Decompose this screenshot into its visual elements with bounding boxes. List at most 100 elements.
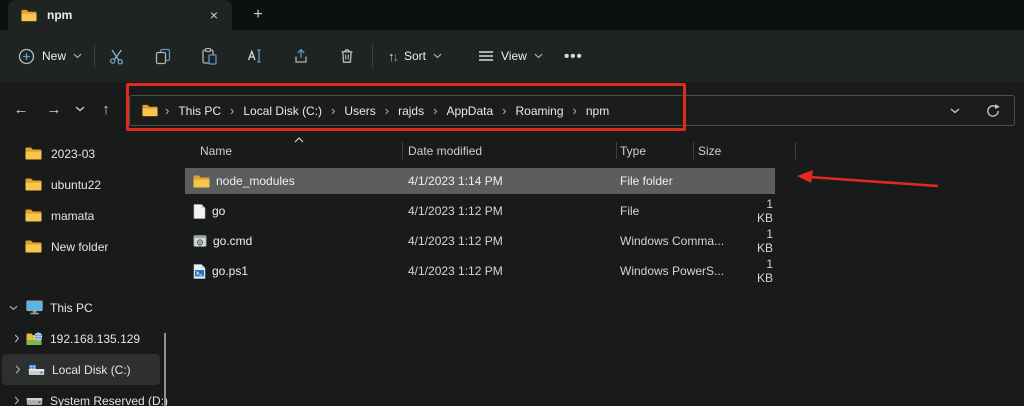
file-row-go-cmd[interactable]: go.cmd 4/1/2023 1:12 PM Windows Comma...…	[185, 226, 775, 256]
breadcrumb-users[interactable]: Users	[342, 102, 377, 120]
view-button-label: View	[501, 49, 527, 63]
file-date-modified: 4/1/2023 1:14 PM	[408, 174, 503, 188]
refresh-icon	[985, 103, 1001, 119]
sidebar-scrollbar[interactable]	[164, 333, 166, 406]
plus-circle-icon	[18, 48, 35, 65]
breadcrumb-separator: ›	[384, 103, 390, 118]
column-header-date-modified[interactable]: Date modified	[408, 144, 482, 158]
column-header-name[interactable]: Name	[200, 144, 232, 158]
rename-button[interactable]	[236, 39, 274, 73]
sidebar-item-mamata[interactable]: mamata	[0, 200, 170, 231]
breadcrumb-local-disk[interactable]: Local Disk (C:)	[241, 102, 324, 120]
folder-icon	[25, 147, 42, 160]
column-header-type[interactable]: Type	[620, 144, 646, 158]
breadcrumb-roaming[interactable]: Roaming	[514, 102, 566, 120]
copy-icon	[154, 47, 172, 65]
trash-icon	[338, 47, 356, 65]
sort-button-label: Sort	[404, 49, 427, 63]
sidebar-item-this-pc[interactable]: This PC	[0, 292, 170, 323]
chevron-down-icon	[73, 53, 82, 59]
sort-button[interactable]: ↑↓ Sort	[380, 39, 450, 73]
column-resize-handle[interactable]	[616, 142, 617, 159]
tab-close-icon[interactable]: ×	[204, 5, 224, 25]
cmd-file-icon	[193, 234, 207, 248]
command-toolbar: New ↑↓ Sort View •••	[0, 30, 1024, 82]
local-disk-icon	[28, 364, 52, 376]
new-button[interactable]: New	[10, 39, 90, 73]
back-button[interactable]: ←	[8, 96, 34, 122]
file-name: go.cmd	[213, 234, 253, 248]
sidebar-item-2023-03[interactable]: 2023-03	[0, 138, 170, 169]
see-more-button[interactable]: •••	[556, 39, 591, 73]
folder-icon	[25, 178, 42, 191]
file-type: File	[620, 204, 640, 218]
sidebar-item-new-folder[interactable]: New folder	[0, 231, 170, 262]
folder-icon	[193, 175, 210, 188]
breadcrumb-this-pc[interactable]: This PC	[176, 102, 223, 120]
sort-arrows-icon: ↑↓	[388, 48, 399, 64]
paste-icon	[200, 47, 218, 65]
sidebar-item-label: Local Disk (C:)	[52, 362, 131, 377]
address-bar[interactable]: › This PC › Local Disk (C:) › Users › ra…	[129, 95, 1015, 126]
file-list-pane: Name Date modified Type Size node_module…	[170, 135, 1024, 406]
copy-button[interactable]	[144, 39, 182, 73]
sidebar-item-local-disk-c[interactable]: Local Disk (C:)	[2, 354, 160, 385]
chevron-down-icon[interactable]	[0, 305, 26, 311]
more-dots-icon: •••	[564, 47, 583, 65]
breadcrumb-separator: ›	[165, 103, 170, 118]
column-resize-handle[interactable]	[693, 142, 694, 159]
sidebar-item-ubuntu22[interactable]: ubuntu22	[0, 169, 170, 200]
delete-button[interactable]	[328, 39, 366, 73]
file-name: go.ps1	[212, 264, 249, 278]
forward-button[interactable]: →	[41, 96, 67, 122]
file-size: 1 KB	[756, 197, 773, 225]
breadcrumb-separator: ›	[572, 103, 577, 118]
share-icon	[292, 47, 310, 65]
toolbar-separator	[372, 44, 373, 68]
view-lines-icon	[478, 50, 494, 62]
column-resize-handle[interactable]	[795, 142, 796, 159]
paste-button[interactable]	[190, 39, 228, 73]
refresh-button[interactable]	[982, 100, 1004, 122]
file-row-node-modules[interactable]: node_modules 4/1/2023 1:14 PM File folde…	[185, 168, 775, 194]
toolbar-separator	[94, 44, 95, 68]
sidebar-item-label: System Reserved (D:)	[50, 393, 169, 406]
column-headers: Name Date modified Type Size	[170, 135, 1024, 163]
new-button-label: New	[42, 49, 67, 63]
view-button[interactable]: View	[470, 39, 551, 73]
chevron-right-icon[interactable]	[0, 396, 26, 405]
chevron-right-icon[interactable]	[0, 334, 26, 343]
file-name: go	[212, 204, 226, 218]
share-button[interactable]	[282, 39, 320, 73]
file-name: node_modules	[216, 174, 295, 188]
file-explorer-window: npm × + New ↑↓ Sort View ••• ← → ↑ › Thi…	[0, 0, 1024, 406]
breadcrumb-rajds[interactable]: rajds	[396, 102, 426, 120]
chevron-right-icon[interactable]	[2, 365, 28, 374]
file-row-go-ps1[interactable]: go.ps1 4/1/2023 1:12 PM Windows PowerS..…	[185, 256, 775, 286]
column-resize-handle[interactable]	[402, 142, 403, 159]
file-size: 1 KB	[756, 257, 773, 285]
address-dropdown-button[interactable]	[944, 100, 966, 122]
column-header-size[interactable]: Size	[698, 144, 721, 158]
network-drive-icon	[26, 332, 50, 346]
file-row-go[interactable]: go 4/1/2023 1:12 PM File 1 KB	[185, 196, 775, 226]
cut-button[interactable]	[98, 39, 136, 73]
sort-ascending-caret-icon	[294, 137, 304, 143]
recent-locations-button[interactable]	[67, 96, 93, 122]
up-button[interactable]: ↑	[93, 96, 119, 122]
scissors-icon	[108, 47, 126, 65]
tab-bar: npm × +	[0, 0, 1024, 30]
navigation-pane: 2023-03 ubuntu22 mamata New folder This …	[0, 135, 170, 406]
new-tab-button[interactable]: +	[246, 3, 270, 27]
rename-icon	[246, 47, 264, 65]
tab-npm[interactable]: npm ×	[8, 0, 232, 30]
breadcrumb-separator: ›	[502, 103, 507, 118]
sidebar-item-system-reserved-d[interactable]: System Reserved (D:)	[0, 385, 170, 406]
file-date-modified: 4/1/2023 1:12 PM	[408, 234, 503, 248]
folder-icon	[25, 240, 42, 253]
sidebar-item-network-location[interactable]: 192.168.135.129	[0, 323, 170, 354]
file-date-modified: 4/1/2023 1:12 PM	[408, 264, 503, 278]
file-type: File folder	[620, 174, 673, 188]
breadcrumb-npm[interactable]: npm	[584, 102, 611, 120]
breadcrumb-appdata[interactable]: AppData	[444, 102, 495, 120]
